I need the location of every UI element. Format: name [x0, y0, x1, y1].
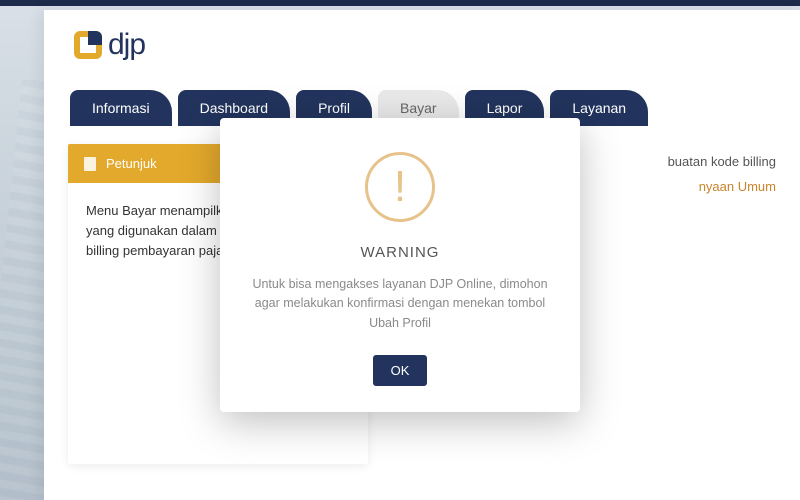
document-icon [84, 157, 96, 171]
modal-message: Untuk bisa mengakses layanan DJP Online,… [250, 275, 550, 333]
brand-name: djp [108, 28, 145, 62]
petunjuk-title: Petunjuk [106, 156, 157, 171]
faq-link[interactable]: nyaan Umum [699, 179, 776, 194]
ok-button[interactable]: OK [373, 355, 428, 386]
modal-title: WARNING [250, 244, 550, 261]
logo-mark-icon [74, 31, 102, 59]
warning-modal: ! WARNING Untuk bisa mengakses layanan D… [220, 118, 580, 412]
warning-icon: ! [365, 152, 435, 222]
tab-informasi[interactable]: Informasi [70, 90, 172, 126]
brand-logo: djp [68, 28, 776, 62]
window-top-bar [0, 0, 800, 6]
